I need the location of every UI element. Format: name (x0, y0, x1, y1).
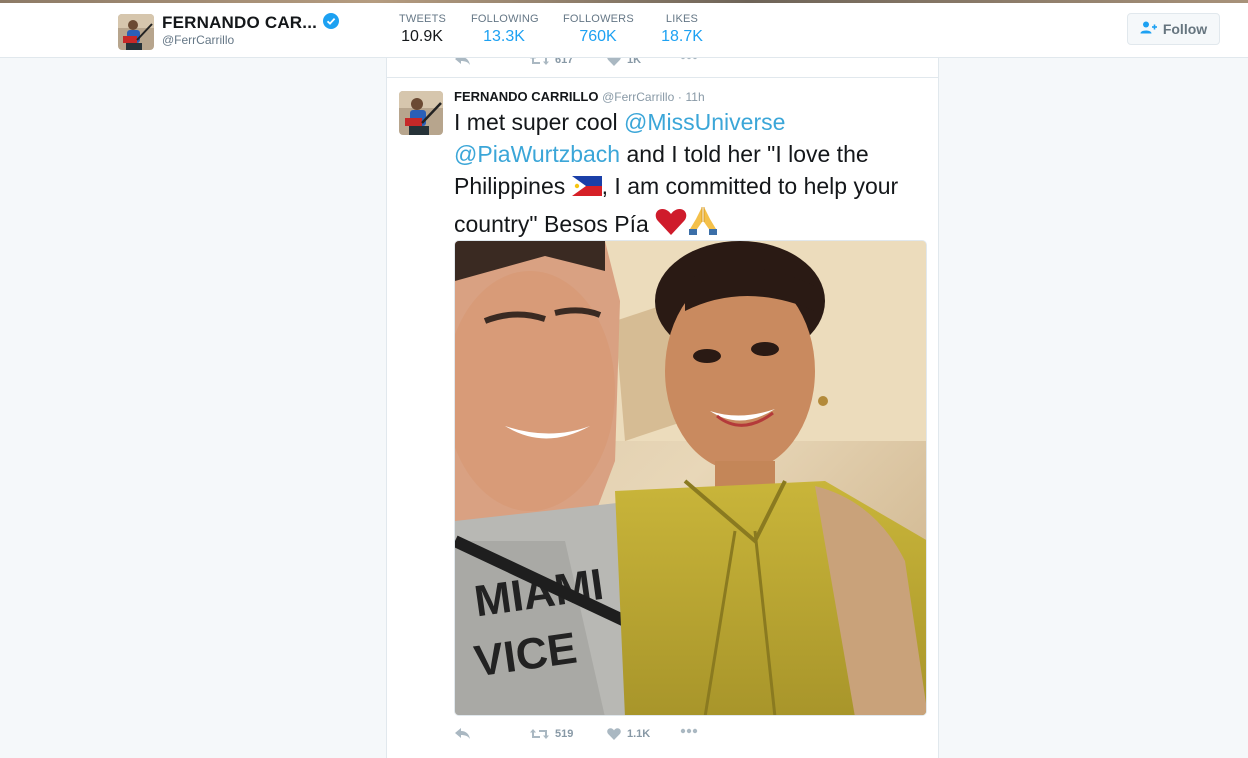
tweet-timestamp[interactable]: 11h (686, 90, 705, 104)
more-dots-icon[interactable] (680, 728, 698, 734)
like-count: 1K (627, 58, 642, 66)
follow-button[interactable]: Follow (1127, 13, 1220, 45)
profile-nav-bar: FERNANDO CAR... @FerrCarrillo TWEETS 10.… (0, 3, 1248, 61)
tweet-photo[interactable]: MIAMI VICE (454, 240, 927, 716)
stat-value: 760K (579, 28, 617, 45)
stat-label: FOLLOWERS (563, 13, 634, 25)
stat-value: 13.3K (483, 28, 525, 45)
stat-likes[interactable]: LIKES 18.7K (658, 13, 706, 58)
retweet-button[interactable]: 617 (530, 58, 573, 66)
heart-icon (607, 728, 621, 740)
reply-icon[interactable] (455, 58, 470, 65)
like-button[interactable]: 1.1K (607, 728, 650, 740)
tweet-author-handle[interactable]: @FerrCarrillo (602, 90, 674, 104)
stat-tweets[interactable]: TWEETS 10.9K (387, 13, 457, 61)
tweet-text-part: I met super cool (454, 109, 625, 135)
verified-badge-icon (323, 13, 339, 29)
stat-following[interactable]: FOLLOWING 13.3K (471, 13, 539, 58)
retweet-count: 519 (555, 728, 574, 740)
follow-label: Follow (1162, 21, 1208, 37)
tweet-text: I met super cool @MissUniverse @PiaWurtz… (454, 106, 924, 243)
stat-label: LIKES (665, 13, 699, 25)
retweet-count: 617 (555, 58, 574, 66)
tweet-actions: 519 1.1K (387, 726, 938, 746)
tweet-header: FERNANDO CARRILLO @FerrCarrillo · 11h (454, 89, 705, 104)
profile-name[interactable]: FERNANDO CAR... (162, 13, 317, 33)
more-dots-icon[interactable] (680, 58, 698, 60)
retweet-icon (530, 729, 549, 739)
folded-hands-emoji (687, 205, 719, 243)
reply-icon[interactable] (455, 728, 470, 739)
previous-tweet-actions: 617 1K (387, 58, 938, 78)
mention-link[interactable]: @PiaWurtzbach (454, 141, 620, 167)
retweet-icon (530, 58, 549, 65)
tweet-separator: · (677, 90, 682, 104)
like-count: 1.1K (627, 728, 651, 740)
profile-handle: @FerrCarrillo (162, 33, 235, 47)
tweet-author-name[interactable]: FERNANDO CARRILLO (454, 89, 598, 104)
heart-icon (607, 58, 621, 66)
stat-value: 18.7K (661, 28, 703, 45)
stat-value: 10.9K (401, 28, 443, 45)
tweet-author-avatar[interactable] (399, 91, 443, 135)
mention-link[interactable]: @MissUniverse (624, 109, 785, 135)
stat-label: TWEETS (399, 13, 447, 25)
retweet-button[interactable]: 519 (530, 728, 573, 740)
timeline: 617 1K FERNANDO CARRILLO @FerrCarrillo ·… (386, 58, 939, 758)
profile-avatar[interactable] (118, 14, 154, 50)
philippines-flag-emoji (571, 173, 602, 205)
stat-label: FOLLOWING (471, 13, 539, 25)
like-button[interactable]: 1K (607, 58, 641, 66)
red-heart-emoji (655, 209, 687, 243)
add-user-icon (1140, 21, 1157, 37)
stat-followers[interactable]: FOLLOWERS 760K (563, 13, 634, 58)
